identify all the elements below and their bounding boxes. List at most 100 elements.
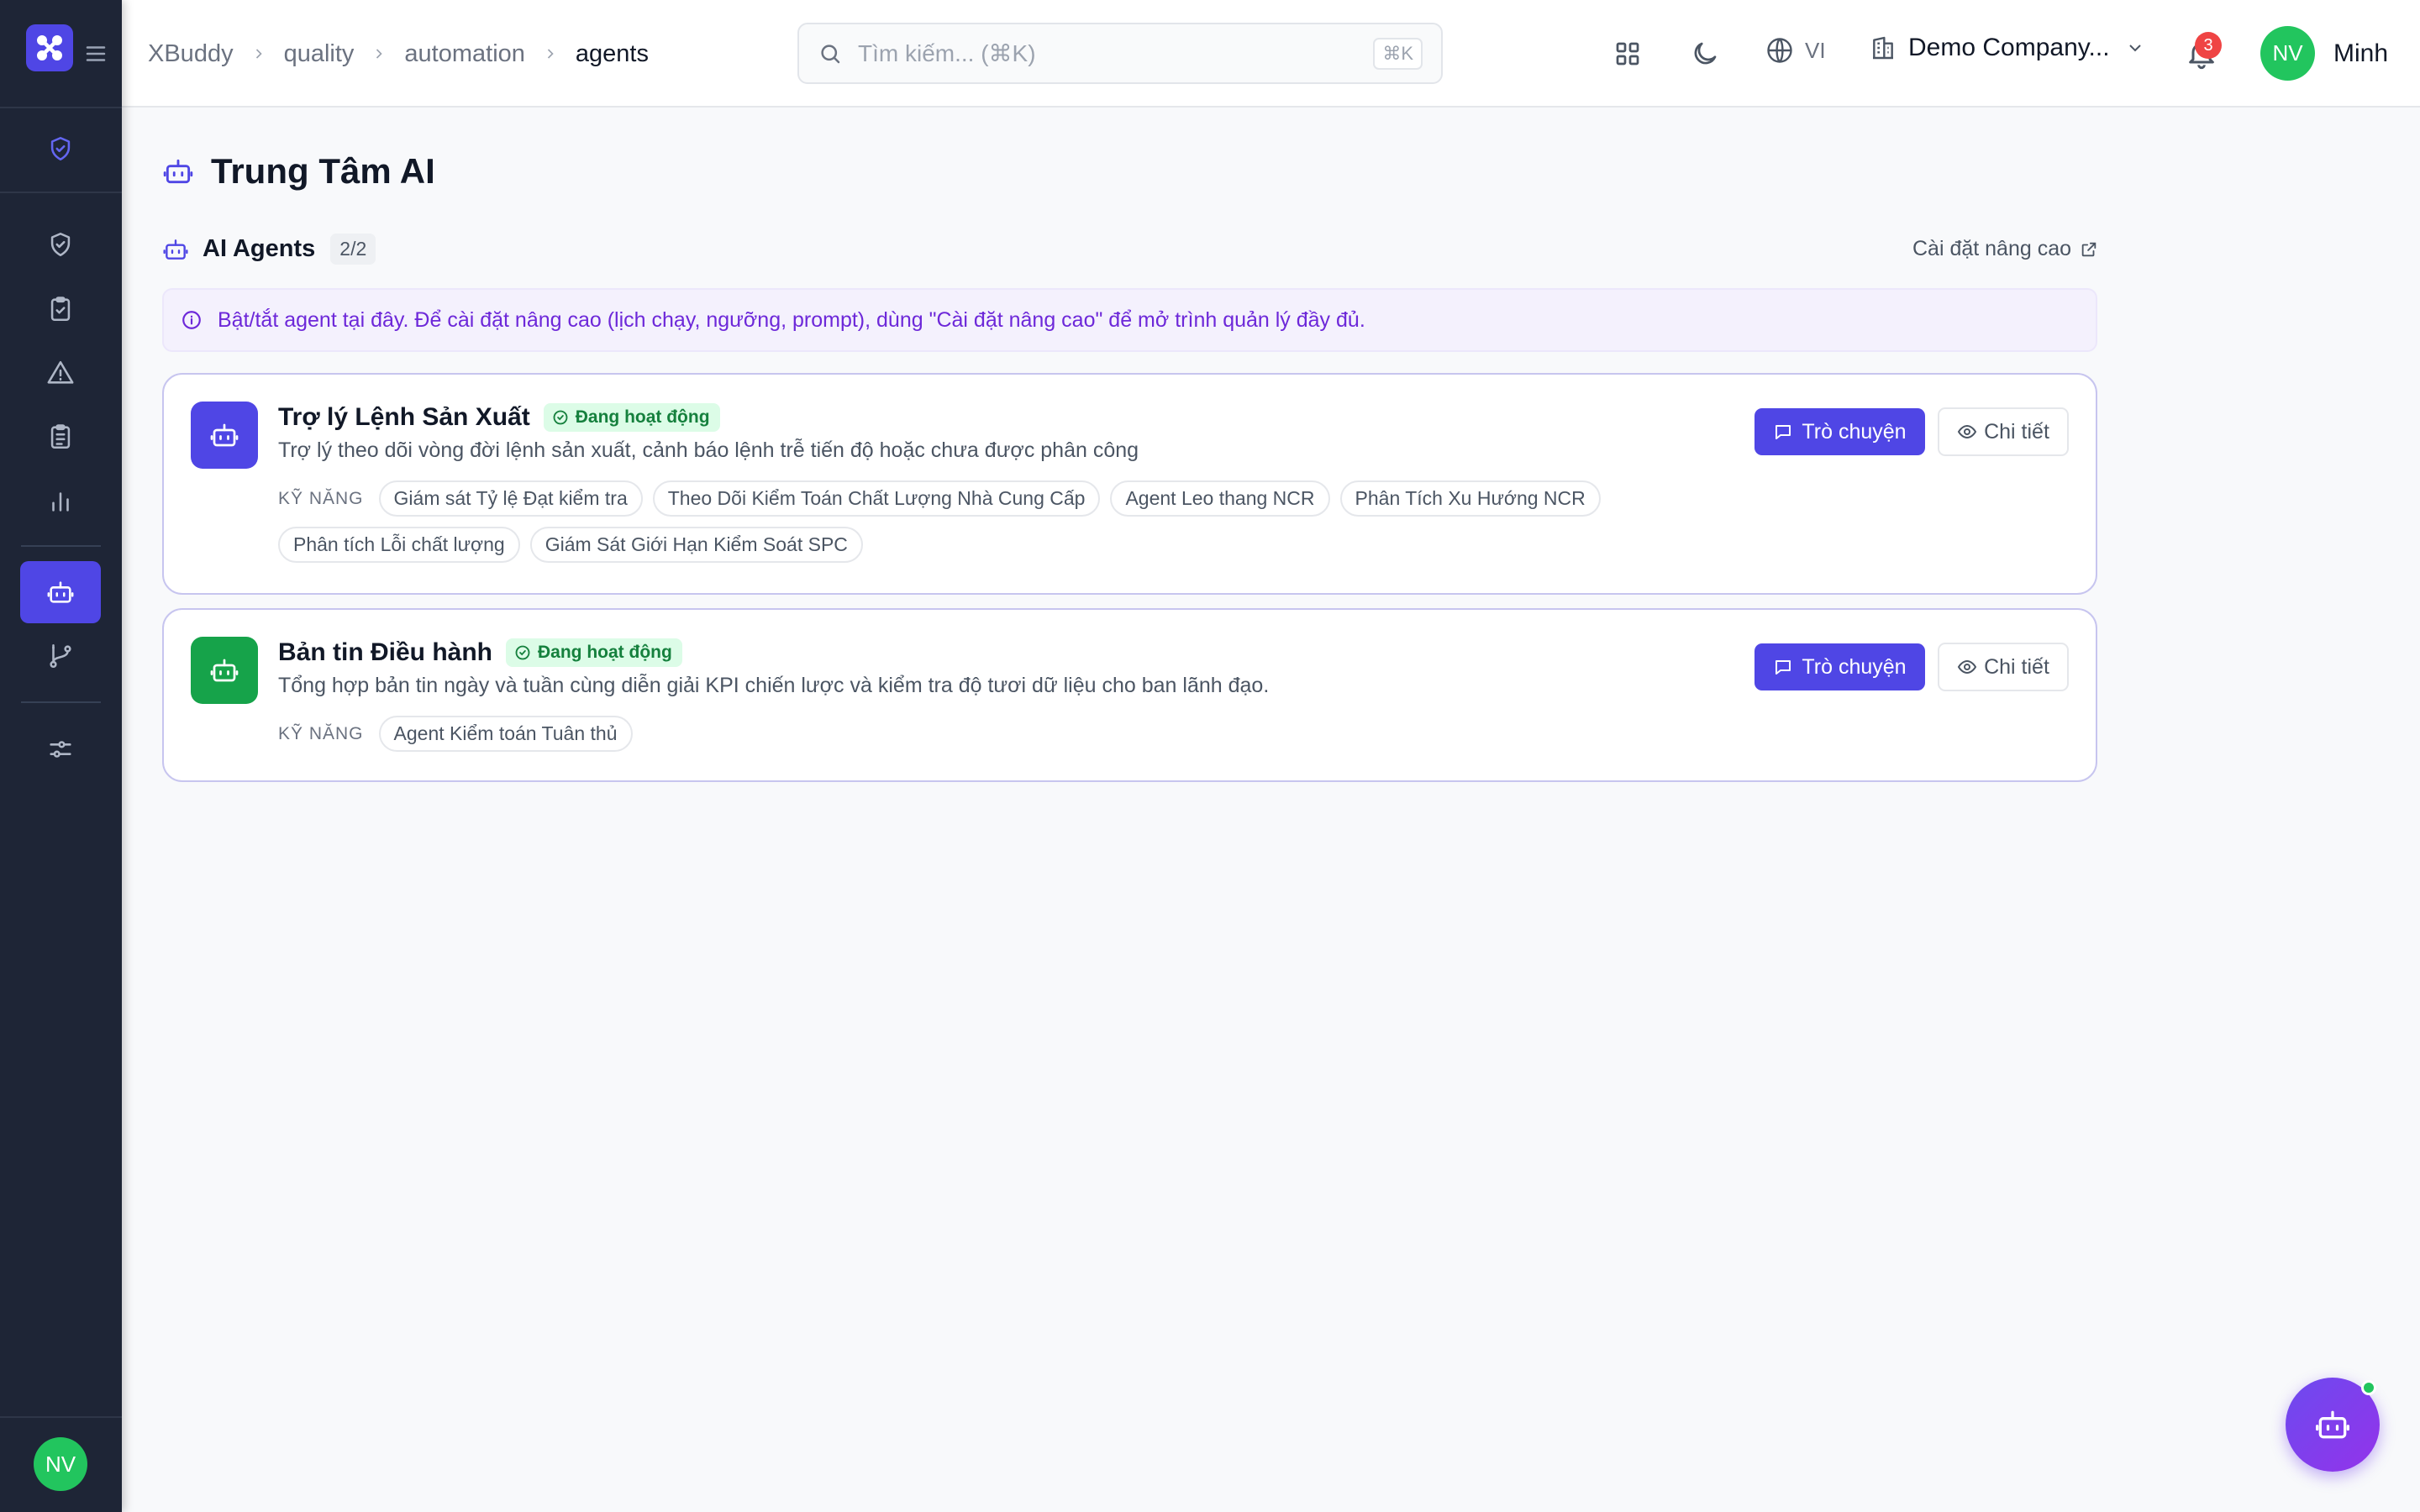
online-indicator (2361, 1380, 2376, 1395)
info-text: Bật/tắt agent tại đây. Để cài đặt nâng c… (218, 307, 1365, 332)
skills-label: KỸ NĂNG (278, 488, 364, 508)
search-input[interactable]: Tìm kiếm... (⌘K) ⌘K (797, 23, 1443, 84)
external-link-icon (2081, 242, 2096, 256)
agent-card: Trợ lý Lệnh Sản Xuất Đang hoạt động Trợ … (162, 373, 2097, 595)
agent-description: Trợ lý theo dõi vòng đời lệnh sản xuất, … (278, 438, 1139, 462)
agent-avatar (191, 402, 258, 469)
search-icon (821, 44, 840, 63)
info-icon (182, 311, 201, 329)
shield-check-icon (50, 136, 71, 161)
agent-title-row: Trợ lý Lệnh Sản Xuất Đang hoạt động (278, 403, 720, 432)
grid-icon (1616, 42, 1639, 66)
detail-label: Chi tiết (1984, 654, 2049, 679)
sidebar-item-quality[interactable] (20, 118, 101, 180)
breadcrumb-item[interactable]: automation (404, 40, 525, 68)
chevron-down-icon (2128, 45, 2141, 52)
sidebar-item-reports[interactable] (20, 406, 101, 468)
detail-button[interactable]: Chi tiết (1938, 643, 2069, 691)
page-title-text: Trung Tâm AI (211, 151, 435, 191)
sidebar-item-workflows[interactable] (20, 625, 101, 687)
menu-toggle-icon[interactable] (83, 41, 108, 66)
company-name: Demo Company... (1908, 34, 2110, 61)
agent-name: Trợ lý Lệnh Sản Xuất (278, 403, 530, 431)
git-branch-icon (50, 643, 71, 669)
bot-icon (210, 423, 239, 447)
clipboard-list-icon (50, 424, 71, 449)
agent-title-row: Bản tin Điều hành Đang hoạt động (278, 638, 682, 667)
shield-check-icon (50, 232, 71, 257)
warning-triangle-icon (47, 360, 74, 384)
agent-count-badge: 2/2 (330, 234, 376, 265)
page-title: Trung Tâm AI (162, 151, 435, 192)
user-menu[interactable]: NV Minh (2260, 26, 2388, 81)
sidebar-divider (0, 1416, 122, 1418)
status-badge: Đang hoạt động (543, 403, 720, 432)
sidebar-separator (21, 701, 101, 703)
sidebar-item-settings[interactable] (20, 718, 101, 780)
skills-list: KỸ NĂNG Agent Kiểm toán Tuân thủ (278, 716, 1723, 752)
message-icon (1776, 660, 1791, 675)
agent-avatar (191, 637, 258, 704)
language-label: VI (1805, 37, 1826, 63)
theme-toggle-button[interactable] (1686, 35, 1723, 72)
avatar: NV (2260, 26, 2315, 81)
info-banner: Bật/tắt agent tại đây. Để cài đặt nâng c… (162, 288, 2097, 352)
search-placeholder: Tìm kiếm... (⌘K) (858, 40, 1036, 66)
sidebar-avatar[interactable]: NV (34, 1437, 87, 1491)
skill-chip: Agent Kiểm toán Tuân thủ (378, 716, 633, 752)
app-logo[interactable] (26, 24, 73, 71)
advanced-settings-link[interactable]: Cài đặt nâng cao (1912, 237, 2098, 261)
skill-chip: Theo Dõi Kiểm Toán Chất Lượng Nhà Cung C… (652, 480, 1101, 517)
sidebar-item-inspection[interactable] (20, 213, 101, 276)
status-badge: Đang hoạt động (506, 638, 682, 667)
search-shortcut: ⌘K (1373, 37, 1423, 70)
section-header: AI Agents 2/2 (162, 234, 376, 265)
bar-chart-icon (52, 492, 69, 512)
chevron-right-icon (371, 45, 387, 62)
sidebar: NV (0, 0, 122, 1512)
bot-icon (2316, 1410, 2349, 1439)
chat-button[interactable]: Trò chuyện (1754, 408, 1925, 455)
skills-label: KỸ NĂNG (278, 723, 364, 743)
check-circle-icon (515, 645, 530, 660)
apps-button[interactable] (1609, 35, 1646, 72)
sidebar-item-issues[interactable] (20, 342, 101, 404)
chat-label: Trò chuyện (1802, 654, 1907, 679)
message-icon (1776, 425, 1791, 439)
sidebar-item-checklist[interactable] (20, 278, 101, 340)
building-icon (1873, 36, 1893, 60)
skill-chip: Agent Leo thang NCR (1110, 480, 1330, 517)
sidebar-divider (0, 192, 122, 193)
bot-icon (210, 659, 239, 682)
breadcrumb-item[interactable]: quality (284, 40, 355, 68)
detail-button[interactable]: Chi tiết (1938, 407, 2069, 456)
agent-card: Bản tin Điều hành Đang hoạt động Tổng hợ… (162, 608, 2097, 782)
agent-description: Tổng hợp bản tin ngày và tuần cùng diễn … (278, 674, 1270, 697)
topbar: XBuddy quality automation agents Tìm kiế… (122, 0, 2420, 108)
sliders-icon (50, 741, 71, 758)
advanced-settings-label: Cài đặt nâng cao (1912, 237, 2072, 260)
clipboard-check-icon (50, 297, 71, 322)
eye-icon (1957, 424, 1977, 439)
chat-label: Trò chuyện (1802, 419, 1907, 444)
notification-badge: 3 (2195, 32, 2222, 59)
chevron-right-icon (250, 45, 267, 62)
moon-icon (1694, 42, 1717, 65)
user-name: Minh (2333, 39, 2389, 67)
skill-chip: Phân Tích Xu Hướng NCR (1339, 480, 1601, 517)
eye-icon (1957, 659, 1977, 675)
skills-list: KỸ NĂNG Giám sát Tỷ lệ Đạt kiểm tra Theo… (278, 480, 1723, 563)
globe-icon (1767, 38, 1792, 63)
breadcrumb-item[interactable]: XBuddy (148, 40, 234, 68)
sidebar-separator (21, 545, 101, 547)
status-label: Đang hoạt động (538, 643, 672, 662)
language-switcher[interactable]: VI (1765, 35, 1826, 66)
status-label: Đang hoạt động (575, 407, 710, 427)
check-circle-icon (553, 410, 568, 425)
sidebar-item-analytics[interactable] (20, 470, 101, 532)
chat-button[interactable]: Trò chuyện (1754, 643, 1925, 690)
sidebar-item-ai-agents[interactable] (20, 561, 101, 623)
sidebar-divider (0, 107, 122, 108)
company-selector[interactable]: Demo Company... (1870, 34, 2145, 62)
agent-name: Bản tin Điều hành (278, 638, 492, 666)
